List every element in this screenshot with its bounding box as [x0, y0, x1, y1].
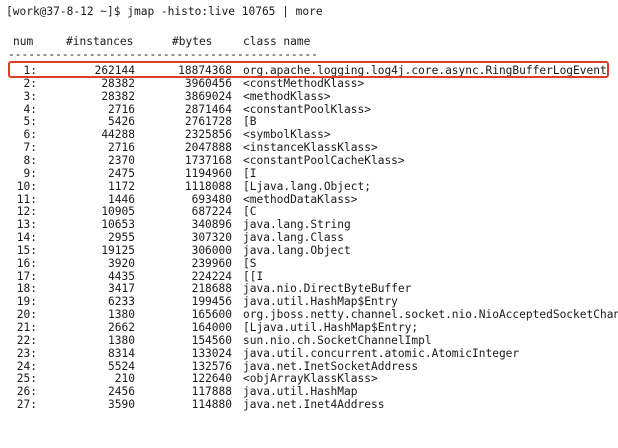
- header-bytes: #bytes: [172, 35, 213, 48]
- row-class-name: java.net.Inet4Address: [243, 398, 385, 412]
- header-separator: ----------------------------------------…: [8, 48, 318, 61]
- table-row: 27: 3590 114880 java.net.Inet4Address: [0, 398, 618, 412]
- header-num: num: [13, 35, 34, 48]
- row-bytes: 114880: [191, 398, 232, 412]
- header-instances: #instances: [66, 35, 134, 48]
- command-prompt: [work@37-8-12 ~]$ jmap -histo:live 10765…: [6, 5, 323, 18]
- table-header: num #instances #bytes class name: [0, 35, 618, 49]
- header-class-name: class name: [243, 35, 311, 48]
- row-num: 27:: [16, 398, 37, 412]
- terminal-window[interactable]: [work@37-8-12 ~]$ jmap -histo:live 10765…: [0, 0, 618, 448]
- highlight-box: [8, 61, 609, 78]
- row-instances: 3590: [108, 398, 135, 412]
